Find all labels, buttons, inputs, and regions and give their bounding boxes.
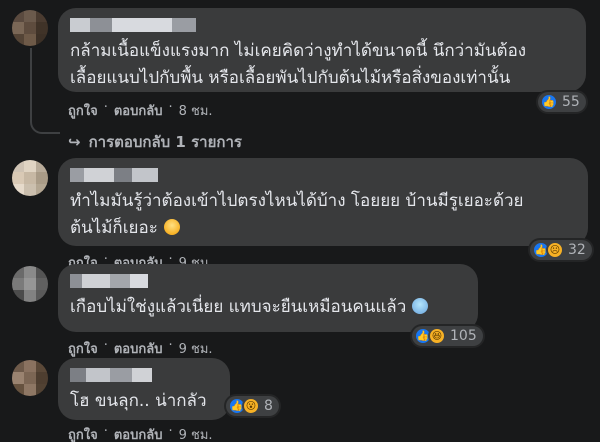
comment-text: โฮ ขนลุก.. น่ากลัว [70, 391, 207, 411]
comment-text: เกือบไม่ใช่งูแล้วเนี่ยย แทบจะยืนเหมือนคน… [70, 294, 466, 321]
fearful-face-emoji [412, 298, 429, 314]
reply-arrow-icon: ↪ [68, 133, 81, 151]
comment-actions: ถูกใจ · ตอบกลับ · 9 ชม. [68, 338, 213, 359]
like-button[interactable]: ถูกใจ [68, 100, 98, 121]
timestamp[interactable]: 8 ชม. [179, 100, 213, 121]
reactions-summary[interactable]: 👍 😮 8 [226, 396, 279, 416]
sad-face-emoji [163, 219, 180, 235]
comment-bubble: เกือบไม่ใช่งูแล้วเนี่ยย แทบจะยืนเหมือนคน… [58, 264, 478, 332]
like-button[interactable]: ถูกใจ [68, 424, 98, 442]
reply-button[interactable]: ตอบกลับ [114, 424, 163, 442]
author-name-blurred[interactable] [70, 366, 218, 384]
reactions-summary[interactable]: 👍 😆 105 [412, 326, 483, 346]
avatar[interactable] [12, 160, 48, 196]
author-name-blurred[interactable] [70, 166, 576, 184]
comment-text: ทำไมมันรู้ว่าต้องเข้าไปตรงไหนได้บ้าง โอย… [70, 191, 524, 238]
timestamp[interactable]: 9 ชม. [179, 338, 213, 359]
comment-actions: ถูกใจ · ตอบกลับ · 9 ชม. [68, 424, 213, 442]
comment-actions: ถูกใจ · ตอบกลับ · 8 ชม. [68, 100, 213, 121]
reactions-summary[interactable]: 👍 ☹ 32 [530, 240, 592, 260]
author-name-blurred[interactable] [70, 272, 466, 290]
avatar[interactable] [12, 360, 48, 396]
reactions-summary[interactable]: 👍 55 [538, 92, 586, 112]
comment-bubble: กล้ามเนื้อแข็งแรงมาก ไม่เคยคิดว่างูทำได้… [58, 8, 586, 92]
comment-text: กล้ามเนื้อแข็งแรงมาก ไม่เคยคิดว่างูทำได้… [70, 41, 527, 88]
view-replies-link[interactable]: ↪ การตอบกลับ 1 รายการ [68, 130, 242, 154]
thread-line [30, 48, 32, 116]
thread-curve [30, 116, 60, 134]
haha-icon: 😆 [428, 327, 446, 345]
timestamp[interactable]: 9 ชม. [179, 424, 213, 442]
reply-button[interactable]: ตอบกลับ [114, 338, 163, 359]
comment-bubble: โฮ ขนลุก.. น่ากลัว [58, 358, 230, 420]
wow-icon: 😮 [242, 397, 260, 415]
reply-button[interactable]: ตอบกลับ [114, 100, 163, 121]
comment-bubble: ทำไมมันรู้ว่าต้องเข้าไปตรงไหนได้บ้าง โอย… [58, 158, 588, 246]
sad-icon: ☹ [546, 241, 564, 259]
avatar[interactable] [12, 10, 48, 46]
author-name-blurred[interactable] [70, 16, 574, 34]
like-button[interactable]: ถูกใจ [68, 338, 98, 359]
avatar[interactable] [12, 266, 48, 302]
like-icon: 👍 [540, 93, 558, 111]
